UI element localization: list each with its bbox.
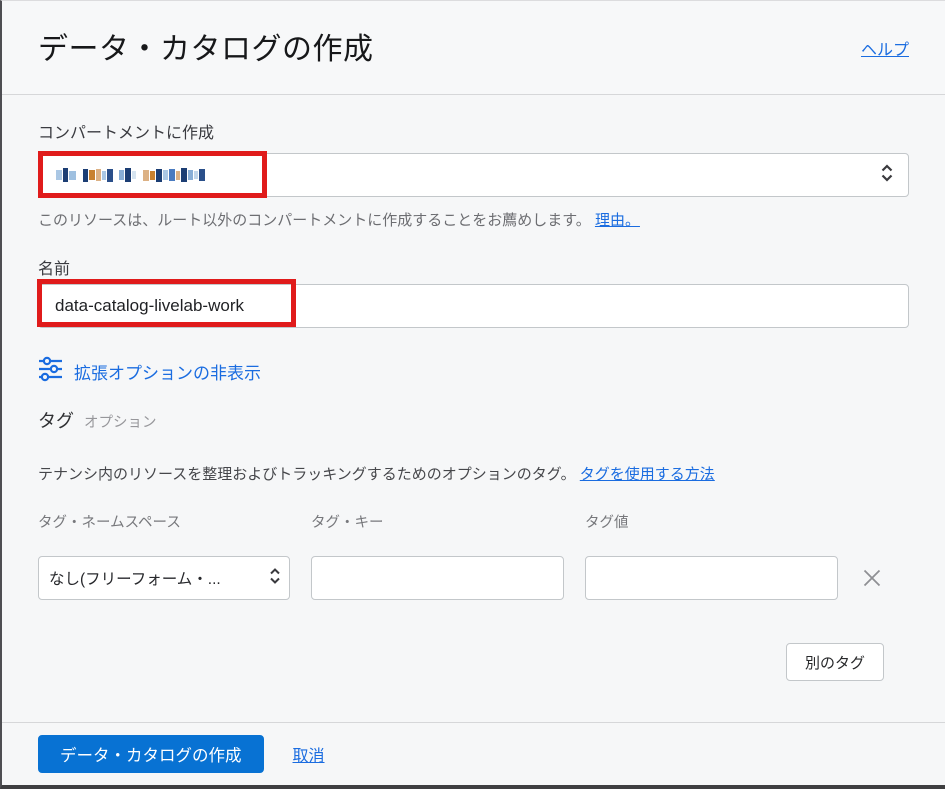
tags-description-text: テナンシ内のリソースを整理およびトラッキングするためのオプションのタグ。 [38,466,576,483]
footer: データ・カタログの作成 取消 [2,722,945,785]
compartment-label: コンパートメントに作成 [38,119,909,143]
tag-namespace-label: タグ・ネームスペース [38,511,290,532]
tags-heading: タグ [38,407,74,433]
help-link[interactable]: ヘルプ [861,36,909,60]
remove-tag-icon[interactable] [859,566,885,590]
another-tag-row: 別のタグ [38,643,884,681]
create-button[interactable]: データ・カタログの作成 [38,735,264,773]
chevron-updown-icon [269,566,281,591]
advanced-options-toggle[interactable]: 拡張オプションの非表示 [38,356,909,387]
tag-key-label: タグ・キー [311,511,564,532]
page-title: データ・カタログの作成 [38,24,374,68]
compartment-hint-text: このリソースは、ルート以外のコンパートメントに作成することをお薦めします。 [38,212,591,229]
name-input[interactable] [38,284,909,328]
create-data-catalog-dialog: データ・カタログの作成 ヘルプ コンパートメントに作成 このリソースは、ルート以… [0,0,945,789]
chevron-updown-icon [880,162,894,189]
advanced-options-label: 拡張オプションの非表示 [74,359,261,384]
tag-value-label: タグ値 [585,511,838,532]
tag-namespace-value: なし(フリーフォーム・... [49,567,221,589]
redacted-compartment-value [56,166,205,184]
tags-help-link[interactable]: タグを使用する方法 [580,466,715,483]
tag-value-input[interactable] [585,556,838,600]
tags-description: テナンシ内のリソースを整理およびトラッキングするためのオプションのタグ。 タグを… [38,463,909,484]
header: データ・カタログの作成 ヘルプ [2,1,945,95]
cancel-link[interactable]: 取消 [293,742,325,766]
compartment-select[interactable] [38,153,909,197]
main-content: コンパートメントに作成 このリソースは、ルート以外のコンパートメントに作成するこ… [2,119,945,681]
tags-optional-label: オプション [84,411,157,432]
hint-why-link[interactable]: 理由。 [595,212,640,229]
tag-column-labels: タグ・ネームスペース タグ・キー タグ値 [38,511,909,532]
tag-key-input[interactable] [311,556,564,600]
tag-namespace-select[interactable]: なし(フリーフォーム・... [38,556,290,600]
sliders-icon [38,356,63,387]
another-tag-button[interactable]: 別のタグ [786,643,884,681]
tag-row: なし(フリーフォーム・... [38,556,909,600]
name-label: 名前 [38,255,909,279]
compartment-hint: このリソースは、ルート以外のコンパートメントに作成することをお薦めします。 理由… [38,209,909,230]
tags-section-heading: タグ オプション [38,407,909,433]
